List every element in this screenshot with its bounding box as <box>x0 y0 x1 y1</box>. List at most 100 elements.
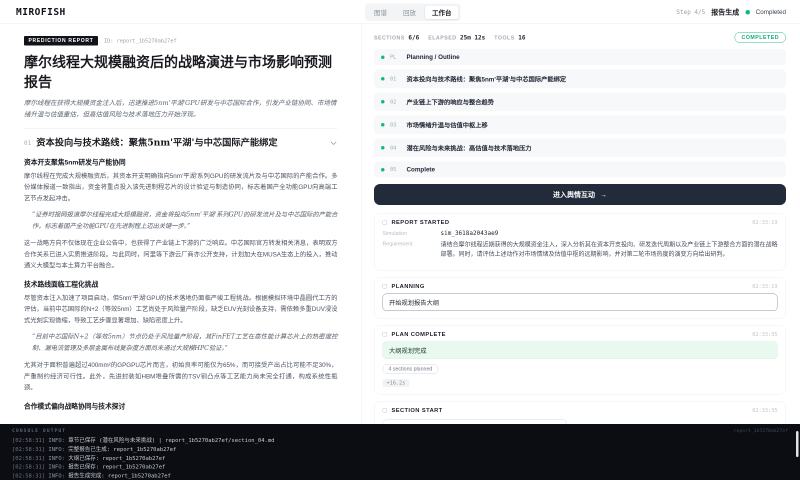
event-timestamp: 02:33:19 <box>752 283 777 289</box>
tab-workbench[interactable]: 工作台 <box>425 5 460 20</box>
step-indicator: Step 4/5 报告生成 Completed <box>676 0 786 24</box>
report-paragraph-4: 尤其对于面积普遍超过400mm²的GPGPU芯片而言，初始良率可能仅为65%，而… <box>24 360 338 394</box>
log-level: INFO: <box>48 464 65 471</box>
tab-graph[interactable]: 图谱 <box>367 5 395 20</box>
requirement-key: Requirement <box>383 240 436 259</box>
simulation-id: sim_3618a2043ae9 <box>441 230 499 237</box>
section-heading[interactable]: 01 资本投向与技术路线：聚焦5nm'平湖'与中芯国际产能绑定 <box>24 137 338 149</box>
outline-row-label: 资本投向与技术路线：聚焦5nm'平湖'与中芯国际产能绑定 <box>407 74 567 84</box>
outline-row-code: 03 <box>390 122 401 128</box>
outline-row-03[interactable]: 03 市场情绪升温与估值中枢上移 <box>374 116 786 135</box>
stat-label: TOOLS <box>494 35 514 41</box>
log-timestamp: [02:58:31] <box>12 473 45 480</box>
console-report-id: report_1b5270ab27ef <box>734 428 788 434</box>
log-level: INFO: <box>48 446 65 453</box>
outline-row-complete[interactable]: 05 Complete <box>374 162 786 178</box>
console-line: [02:58:31] INFO: 大纲已保存: report_1b5270ab2… <box>12 454 788 463</box>
completed-badge: COMPLETED <box>735 32 786 43</box>
step-counter: Step 4/5 <box>676 9 705 16</box>
enter-interaction-button[interactable]: 进入舆情互动 → <box>374 184 786 205</box>
requirement-row: Requirement 请结合摩尔线程近期获得的大规模资金注入，深入分析其在资本… <box>383 240 778 259</box>
workbench-panel: SECTIONS 6/6 ELAPSED 25m 12s TOOLS 16 CO… <box>362 24 800 424</box>
log-message: 报告生成完成: report_1b5270ab27ef <box>68 473 171 480</box>
outline-row-label: Complete <box>407 166 435 173</box>
console-panel: CONSOLE OUTPUT report_1b5270ab27ef [02:5… <box>0 424 800 480</box>
app-logo: MIROFISH <box>16 6 66 17</box>
status-label: Completed <box>756 9 786 16</box>
stat-elapsed: ELAPSED 25m 12s <box>428 34 485 41</box>
report-paragraph-1: 摩尔线程在完成大规模融资后，其资本开支明确指向5nm'平湖'系列GPU的研发流片… <box>24 170 338 204</box>
console-scrollbar[interactable] <box>796 431 799 457</box>
status-dot-icon <box>381 100 385 104</box>
simulation-key: Simulation <box>383 230 436 237</box>
log-level: INFO: <box>48 473 65 480</box>
event-square-icon <box>383 332 388 337</box>
top-bar: MIROFISH 图谱 回放 工作台 Step 4/5 报告生成 Complet… <box>0 0 800 24</box>
event-card-planning: PLANNING 02:33:19 开始规划报告大纲 <box>374 277 786 319</box>
prediction-report-badge: PREDICTION REPORT <box>24 36 98 46</box>
event-square-icon <box>383 284 388 289</box>
log-timestamp: [02:58:31] <box>12 437 45 444</box>
outline-row-01[interactable]: 01 资本投向与技术路线：聚焦5nm'平湖'与中芯国际产能绑定 <box>374 70 786 89</box>
stat-value: 16 <box>518 34 525 41</box>
console-title: CONSOLE OUTPUT <box>12 428 66 434</box>
event-header: PLANNING 02:33:19 <box>383 283 778 289</box>
outline-row-planning[interactable]: PL Planning / Outline <box>374 49 786 65</box>
report-subheading-1: 资本开支聚焦5nm研发与产能协同 <box>24 156 338 166</box>
event-header: PLAN COMPLETE 02:33:35 <box>383 331 778 337</box>
outline-row-code: 01 <box>390 76 401 82</box>
console-line: [02:58:31] INFO: 章节已保存 (潜在风险与未来挑战) | rep… <box>12 436 788 445</box>
report-quote-2: “目前中芯国际N+2（等效5nm）节点仍处于风险量产阶段，其FinFET工艺在高… <box>24 331 338 354</box>
console-header: CONSOLE OUTPUT report_1b5270ab27ef <box>12 428 788 434</box>
outline-row-code: PL <box>390 54 401 60</box>
event-timestamp: 02:33:35 <box>752 407 777 413</box>
report-title: 摩尔线程大规模融资后的战略演进与市场影响预测报告 <box>24 53 338 93</box>
stat-value: 6/6 <box>408 34 419 41</box>
event-header: SECTION START 02:33:35 <box>383 407 778 413</box>
cta-label: 进入舆情互动 <box>553 190 595 200</box>
status-dot-icon <box>381 77 385 81</box>
stat-sections: SECTIONS 6/6 <box>374 34 419 41</box>
report-id: ID: report_1b5270ab27ef <box>104 38 177 44</box>
event-card-plan-complete: PLAN COMPLETE 02:33:35 大纲规划完成 4 sections… <box>374 325 786 395</box>
outline-row-code: 04 <box>390 145 401 151</box>
elapsed-tag: +16.2s <box>383 379 410 387</box>
event-timestamp: 02:33:19 <box>752 220 777 226</box>
app-root: MIROFISH 图谱 回放 工作台 Step 4/5 报告生成 Complet… <box>0 0 800 480</box>
requirement-text: 请结合摩尔线程近期获得的大规模资金注入，深入分析其在资本开支投向、研发迭代周期以… <box>441 240 778 259</box>
stats-row: SECTIONS 6/6 ELAPSED 25m 12s TOOLS 16 CO… <box>374 32 786 43</box>
report-subheading-2: 技术路线面临工程化挑战 <box>24 278 338 288</box>
log-level: INFO: <box>48 455 65 462</box>
status-dot-icon <box>381 146 385 150</box>
console-line: [02:58:31] INFO: 报告已保存: report_1b5270ab2… <box>12 463 788 472</box>
log-message: 大纲已保存: report_1b5270ab27ef <box>68 455 165 462</box>
report-paragraph-3: 尽管资本注入加速了项目启动，但5nm'平湖'GPU的技术落地仍面临严峻工程挑战。… <box>24 292 338 326</box>
tab-replay[interactable]: 回放 <box>396 5 424 20</box>
status-dot-icon <box>381 168 385 172</box>
event-square-icon <box>383 408 388 413</box>
simulation-row: Simulation sim_3618a2043ae9 <box>383 230 778 237</box>
plan-complete-message-box: 大纲规划完成 <box>383 341 778 359</box>
log-message: 报告已保存: report_1b5270ab27ef <box>68 464 165 471</box>
event-header: REPORT STARTED 02:33:19 <box>383 220 778 226</box>
report-paragraph-2: 这一战略方向不仅体现在企业公告中，也获得了产业链上下游的广泛响应。中芯国际官方转… <box>24 238 338 272</box>
chevron-down-icon[interactable] <box>330 139 338 147</box>
report-subheading-3: 合作模式偏向战略协同与技术探讨 <box>24 400 338 410</box>
outline-row-04[interactable]: 04 潜在风险与未来挑战：高估值与技术落地压力 <box>374 139 786 158</box>
event-label: REPORT STARTED <box>392 220 450 226</box>
section-title: 资本投向与技术路线：聚焦5nm'平湖'与中芯国际产能绑定 <box>36 137 324 149</box>
step-name: 报告生成 <box>711 7 739 17</box>
log-timestamp: [02:58:31] <box>12 455 45 462</box>
arrow-right-icon: → <box>600 191 607 199</box>
outline-row-02[interactable]: 02 产业链上下游的响应与整合趋势 <box>374 93 786 112</box>
event-timestamp: 02:33:35 <box>752 331 777 337</box>
stat-label: SECTIONS <box>374 35 405 41</box>
outline-row-code: 02 <box>390 99 401 105</box>
divider <box>24 128 338 129</box>
event-label: PLAN COMPLETE <box>392 331 446 337</box>
status-dot-icon <box>745 10 750 15</box>
outline-row-label: 潜在风险与未来挑战：高估值与技术落地压力 <box>407 143 532 153</box>
planning-message-box: 开始规划报告大纲 <box>383 293 778 311</box>
log-message: 完整报告已生成: report_1b5270ab27ef <box>68 446 176 453</box>
stat-tools: TOOLS 16 <box>494 34 525 41</box>
